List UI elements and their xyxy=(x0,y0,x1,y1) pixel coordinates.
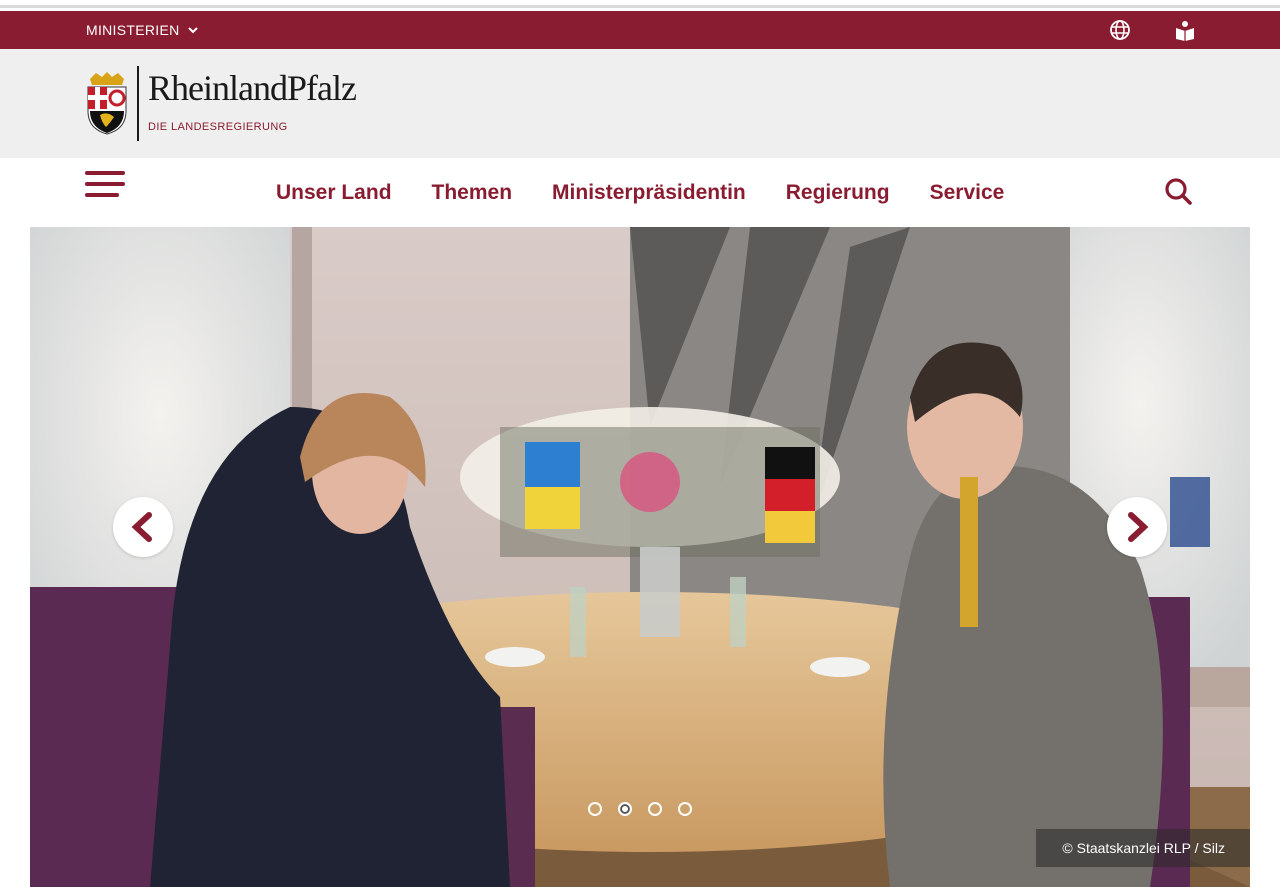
chevron-left-icon xyxy=(131,512,152,542)
hero-photo xyxy=(30,227,1250,887)
carousel-indicators xyxy=(588,802,692,816)
coat-of-arms-icon xyxy=(87,72,127,135)
nav-regierung[interactable]: Regierung xyxy=(786,181,890,205)
logo-divider xyxy=(137,66,139,141)
carousel-dot-3[interactable] xyxy=(648,802,662,816)
globe-icon[interactable] xyxy=(1109,19,1131,41)
carousel-prev-button[interactable] xyxy=(113,497,173,557)
logo-wordmark: RheinlandPfalz xyxy=(148,68,357,108)
hamburger-menu-icon[interactable] xyxy=(85,171,125,199)
nav-links: Unser Land Themen Ministerpräsidentin Re… xyxy=(276,158,1004,227)
site-logo[interactable]: RheinlandPfalz DIE LANDESREGIERUNG xyxy=(84,65,357,143)
carousel-next-button[interactable] xyxy=(1107,497,1167,557)
chevron-right-icon xyxy=(1128,512,1149,542)
nav-themen[interactable]: Themen xyxy=(432,181,513,205)
hero-carousel: © Staatskanzlei RLP / Silz xyxy=(30,227,1250,887)
site-header: RheinlandPfalz DIE LANDESREGIERUNG xyxy=(0,49,1280,158)
search-icon[interactable] xyxy=(1164,177,1192,205)
ministry-bar: MINISTERIEN xyxy=(0,11,1280,49)
carousel-dot-4[interactable] xyxy=(678,802,692,816)
reading-book-icon[interactable] xyxy=(1174,19,1196,41)
main-navigation: Unser Land Themen Ministerpräsidentin Re… xyxy=(0,158,1280,227)
chevron-down-icon xyxy=(187,27,198,34)
top-strip xyxy=(0,0,1280,8)
nav-unser-land[interactable]: Unser Land xyxy=(276,181,392,205)
logo-subline: DIE LANDESREGIERUNG xyxy=(148,121,288,133)
carousel-dot-2[interactable] xyxy=(618,802,632,816)
carousel-dot-1[interactable] xyxy=(588,802,602,816)
nav-service[interactable]: Service xyxy=(930,181,1005,205)
nav-ministerpraesidentin[interactable]: Ministerpräsidentin xyxy=(552,181,746,205)
ministries-label: MINISTERIEN xyxy=(86,22,180,38)
photo-credit: © Staatskanzlei RLP / Silz xyxy=(1036,829,1250,867)
ministries-dropdown-button[interactable]: MINISTERIEN xyxy=(86,11,200,49)
